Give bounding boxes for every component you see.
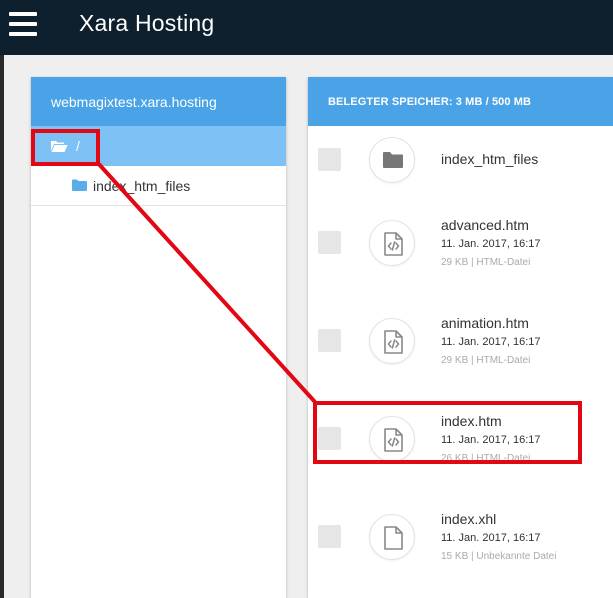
tree-item-index-htm-files[interactable]: index_htm_files [31, 166, 286, 206]
file-date: 11. Jan. 2017, 16:17 [441, 434, 541, 446]
file-icon-circle [369, 318, 415, 364]
generic-file-icon [384, 526, 403, 550]
folder-tree-panel: webmagixtest.xara.hosting / index_htm_fi… [31, 77, 286, 598]
html-file-icon [384, 330, 403, 354]
file-name[interactable]: index.htm [441, 413, 502, 429]
select-checkbox[interactable] [318, 231, 341, 254]
menu-icon[interactable] [9, 12, 37, 38]
select-checkbox[interactable] [318, 525, 341, 548]
file-date: 11. Jan. 2017, 16:17 [441, 336, 541, 348]
file-icon-circle [369, 416, 415, 462]
file-row-animation-htm[interactable]: animation.htm 11. Jan. 2017, 16:17 29 KB… [308, 299, 613, 397]
tree-item-root[interactable]: / [31, 126, 286, 166]
select-checkbox[interactable] [318, 427, 341, 450]
file-name[interactable]: advanced.htm [441, 217, 529, 233]
domain-header: webmagixtest.xara.hosting [31, 77, 286, 126]
tree-root-label: / [76, 138, 80, 154]
folder-icon [383, 152, 403, 168]
file-icon-circle [369, 514, 415, 560]
file-list-panel: BELEGTER SPEICHER: 3 MB / 500 MB index_h… [308, 77, 613, 598]
html-file-icon [384, 428, 403, 452]
file-meta: 15 KB | Unbekannte Datei [441, 551, 557, 562]
file-name[interactable]: animation.htm [441, 315, 529, 331]
top-bar: Xara Hosting [0, 0, 613, 55]
file-meta: 29 KB | HTML-Datei [441, 355, 531, 366]
file-meta: 29 KB | HTML-Datei [441, 257, 531, 268]
file-row-index-htm[interactable]: index.htm 11. Jan. 2017, 16:17 26 KB | H… [308, 397, 613, 495]
file-row-advanced-htm[interactable]: advanced.htm 11. Jan. 2017, 16:17 29 KB … [308, 201, 613, 299]
select-checkbox[interactable] [318, 148, 341, 171]
html-file-icon [384, 232, 403, 256]
storage-usage-header: BELEGTER SPEICHER: 3 MB / 500 MB [308, 77, 613, 126]
file-icon-circle [369, 220, 415, 266]
select-checkbox[interactable] [318, 329, 341, 352]
folder-icon [72, 179, 87, 191]
tree-item-label: index_htm_files [93, 178, 191, 194]
file-icon-circle [369, 137, 415, 183]
app-title: Xara Hosting [79, 10, 215, 36]
folder-open-icon [51, 141, 68, 152]
file-name[interactable]: index.xhl [441, 511, 496, 527]
file-name[interactable]: index_htm_files [441, 151, 538, 167]
file-date: 11. Jan. 2017, 16:17 [441, 238, 541, 250]
file-row-index-xhl[interactable]: index.xhl 11. Jan. 2017, 16:17 15 KB | U… [308, 495, 613, 593]
file-meta: 26 KB | HTML-Datei [441, 453, 531, 464]
file-date: 11. Jan. 2017, 16:17 [441, 532, 541, 544]
